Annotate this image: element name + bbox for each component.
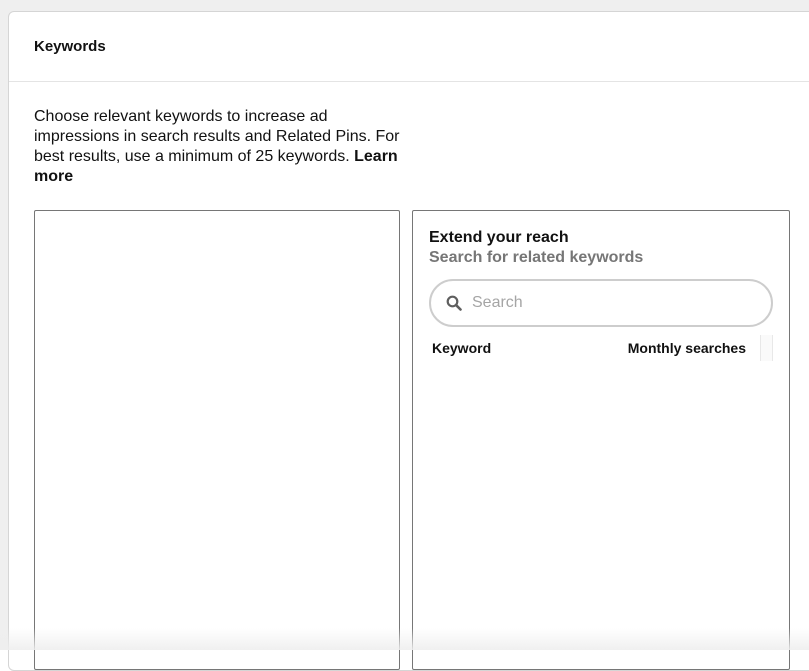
search-icon xyxy=(446,295,462,311)
column-header-keyword[interactable]: Keyword xyxy=(432,340,491,356)
extend-reach-panel: Extend your reach Search for related key… xyxy=(412,210,790,670)
extend-reach-subtitle: Search for related keywords xyxy=(429,249,644,266)
column-header-monthly-searches[interactable]: Monthly searches xyxy=(628,340,746,356)
card-title: Keywords xyxy=(34,38,106,55)
keyword-search-box[interactable] xyxy=(429,279,773,327)
keywords-card: Keywords Choose relevant keywords to inc… xyxy=(8,11,809,671)
keyword-table-header: Keyword Monthly searches xyxy=(429,335,773,361)
extend-reach-title: Extend your reach xyxy=(429,229,569,246)
card-header: Keywords xyxy=(9,12,809,82)
keywords-description: Choose relevant keywords to increase ad … xyxy=(34,107,414,187)
description-text: Choose relevant keywords to increase ad … xyxy=(34,108,400,165)
selected-keywords-textarea[interactable] xyxy=(34,210,400,670)
bottom-shadow xyxy=(0,628,809,650)
keyword-search-input[interactable] xyxy=(472,294,742,312)
page-background: Keywords Choose relevant keywords to inc… xyxy=(0,0,809,671)
table-scrollbar[interactable] xyxy=(760,335,773,361)
